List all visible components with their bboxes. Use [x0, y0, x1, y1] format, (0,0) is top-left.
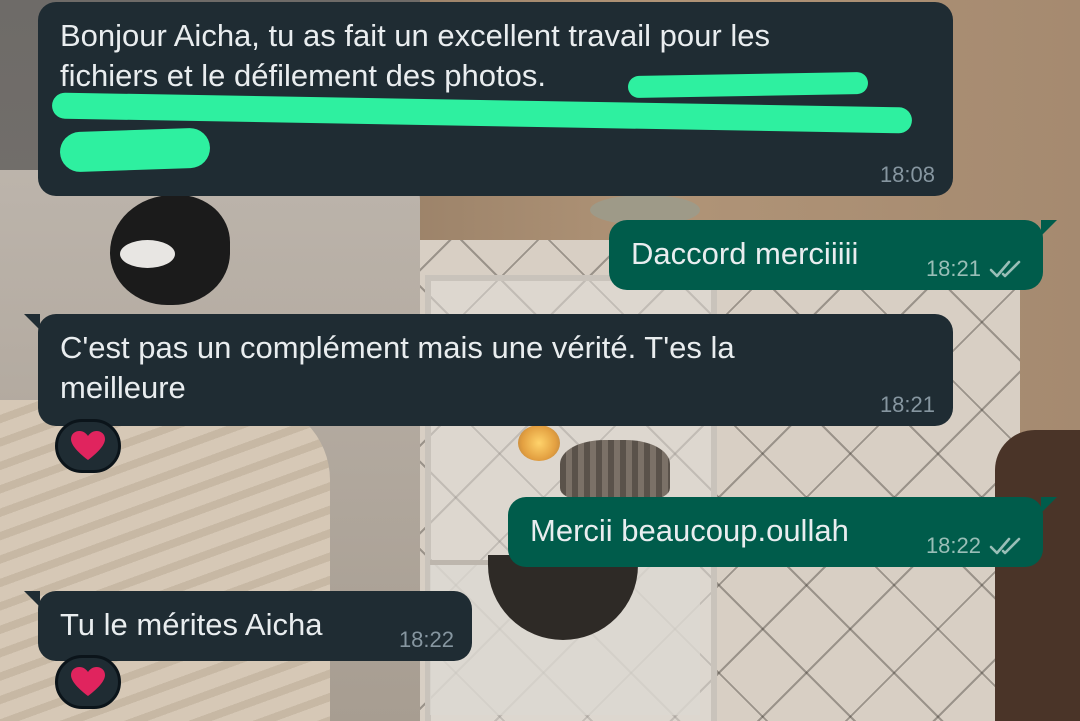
message-meta: 18:21 — [880, 392, 935, 418]
redaction-scribble — [59, 127, 211, 173]
message-reaction[interactable] — [55, 419, 121, 473]
message-timestamp: 18:21 — [925, 256, 981, 281]
message-timestamp: 18:21 — [879, 392, 935, 417]
message-bubble-incoming[interactable]: Tu le mérites Aicha 18:22 — [24, 591, 472, 661]
redaction-scribble — [627, 71, 869, 99]
message-bubble-outgoing[interactable]: Mercii beaucoup.oullah 18:22 — [508, 497, 1057, 567]
message-timestamp: 18:08 — [879, 162, 935, 187]
message-timestamp: 18:22 — [398, 627, 454, 652]
bubble-tail — [1041, 220, 1057, 236]
message-text: C'est pas un complément mais une vérité.… — [60, 330, 735, 405]
double-check-icon — [989, 537, 1021, 555]
bubble-tail — [24, 591, 40, 607]
message-meta: 18:08 — [880, 162, 935, 188]
chat-message-list[interactable]: Bonjour Aicha, tu as fait un excellent t… — [0, 0, 1080, 721]
bubble-tail — [1041, 497, 1057, 513]
message-meta: 18:22 — [926, 533, 1025, 559]
message-bubble-incoming[interactable]: C'est pas un complément mais une vérité.… — [24, 314, 953, 426]
message-text: Tu le mérites Aicha — [60, 607, 323, 642]
bubble-tail — [24, 314, 40, 330]
message-bubble-incoming[interactable]: Bonjour Aicha, tu as fait un excellent t… — [38, 2, 953, 196]
message-meta: 18:22 — [399, 627, 454, 653]
message-bubble-outgoing[interactable]: Daccord merciiiii 18:21 — [609, 220, 1057, 290]
message-meta: 18:21 — [926, 256, 1025, 282]
message-timestamp: 18:22 — [925, 533, 981, 558]
message-reaction[interactable] — [55, 655, 121, 709]
heart-icon — [71, 667, 105, 696]
double-check-icon — [989, 260, 1021, 278]
redaction-scribble — [51, 92, 913, 134]
heart-icon — [71, 431, 105, 460]
